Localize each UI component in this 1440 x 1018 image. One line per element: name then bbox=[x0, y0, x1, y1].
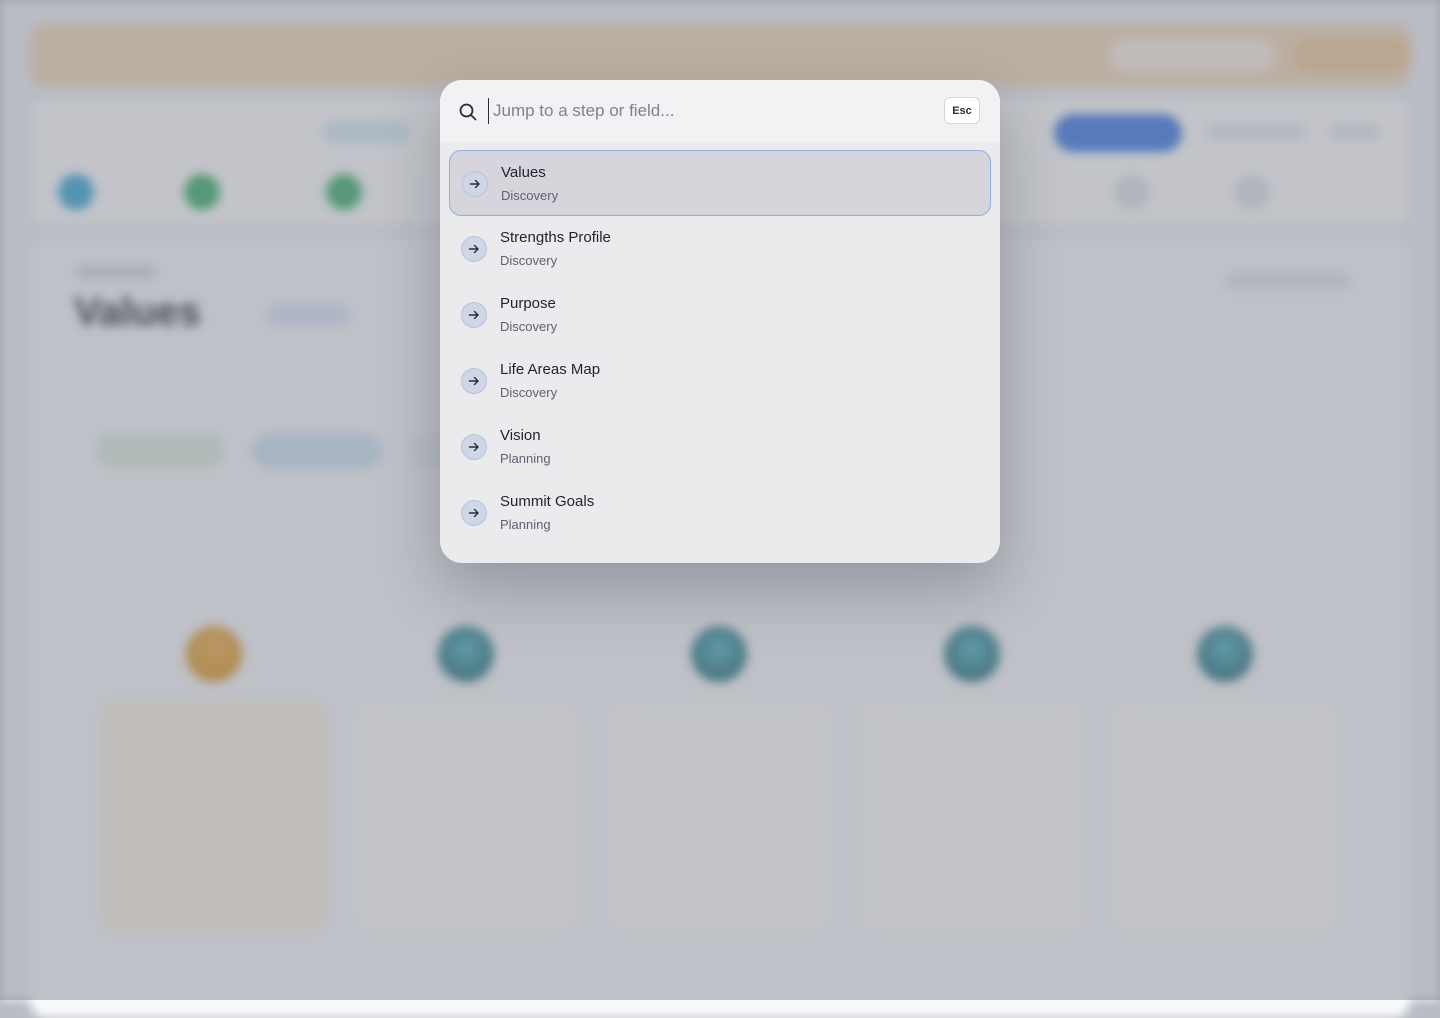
result-item-summit-goals[interactable]: Summit Goals Planning bbox=[449, 480, 991, 546]
result-section: Planning bbox=[500, 517, 551, 532]
result-title: Vision bbox=[500, 427, 541, 444]
result-item-values[interactable]: Values Discovery bbox=[449, 150, 991, 216]
arrow-right-icon bbox=[461, 302, 487, 328]
search-icon bbox=[459, 103, 477, 121]
result-title: Life Areas Map bbox=[500, 361, 601, 378]
result-title: Purpose bbox=[500, 295, 556, 312]
command-palette: Esc Values Discovery Strengths Profile D… bbox=[440, 80, 1000, 563]
result-item-strengths-profile[interactable]: Strengths Profile Discovery bbox=[449, 216, 991, 282]
result-section: Discovery bbox=[500, 319, 558, 334]
esc-button[interactable]: Esc bbox=[944, 97, 980, 124]
result-item-life-areas-map[interactable]: Life Areas Map Discovery bbox=[449, 348, 991, 414]
arrow-right-icon bbox=[461, 368, 487, 394]
search-row: Esc bbox=[440, 80, 1000, 142]
arrow-right-icon bbox=[462, 171, 488, 197]
results-list: Values Discovery Strengths Profile Disco… bbox=[449, 150, 991, 546]
result-section: Discovery bbox=[500, 385, 558, 400]
result-section: Discovery bbox=[500, 253, 558, 268]
result-section: Discovery bbox=[501, 188, 559, 203]
result-item-vision[interactable]: Vision Planning bbox=[449, 414, 991, 480]
arrow-right-icon bbox=[461, 500, 487, 526]
arrow-right-icon bbox=[461, 434, 487, 460]
arrow-right-icon bbox=[461, 236, 487, 262]
result-title: Summit Goals bbox=[500, 493, 595, 510]
result-section: Planning bbox=[500, 451, 551, 466]
result-item-purpose[interactable]: Purpose Discovery bbox=[449, 282, 991, 348]
result-title: Values bbox=[501, 164, 546, 181]
search-input[interactable] bbox=[488, 98, 873, 124]
result-title: Strengths Profile bbox=[500, 229, 611, 246]
